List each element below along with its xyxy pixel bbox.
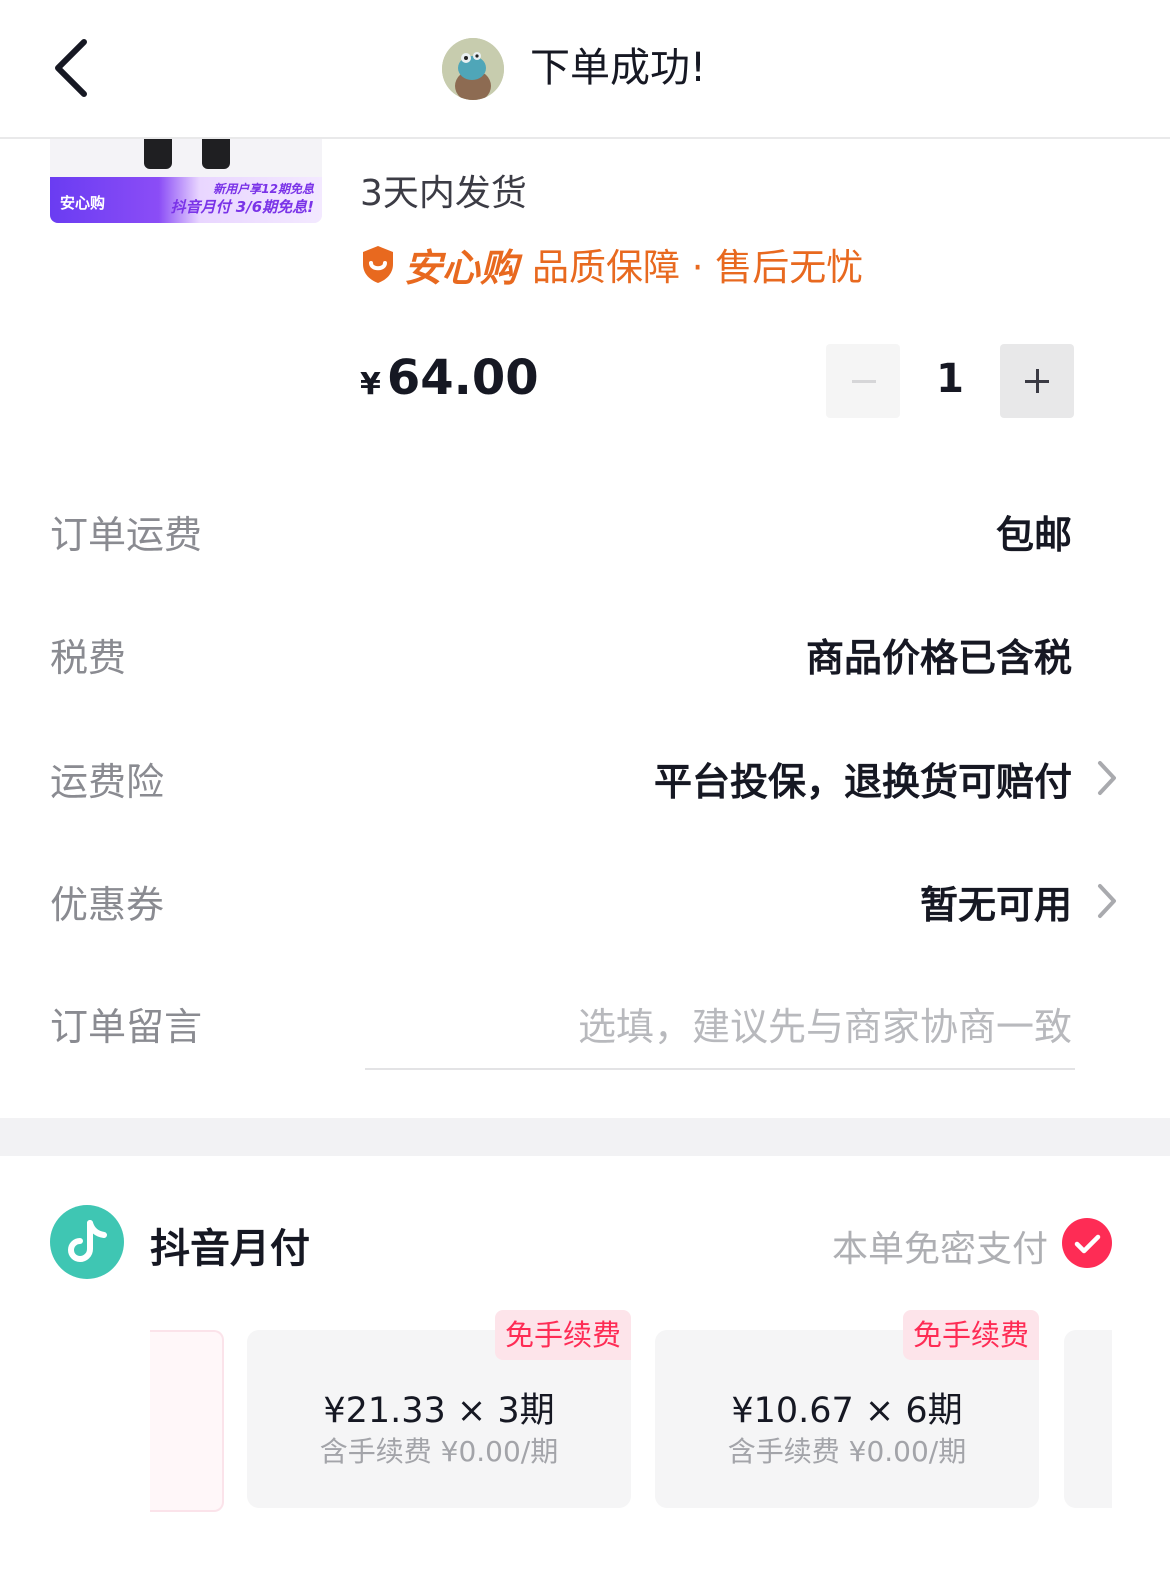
price-currency: ¥ [360,367,381,402]
installment-option-6[interactable]: 免手续费 ¥10.67 × 6期 含手续费 ¥0.00/期 [655,1310,1039,1508]
note-underline [365,1068,1075,1070]
row-value: 包邮 [995,513,1072,557]
section-divider [0,1118,1170,1156]
installment-amount: ¥21.33 × 3期 [323,1391,555,1431]
installment-amount: ¥10.67 × 6期 [731,1391,963,1431]
row-tax: 税费 商品价格已含税 [0,613,1170,693]
row-shipping-insurance[interactable]: 运费险 平台投保，退换货可赔付 [0,737,1170,817]
guarantee-brand: 安心购 [404,245,519,290]
shipping-time: 3天内发货 [360,173,527,214]
payment-method-title: 抖音月付 [150,1226,310,1272]
douyin-logo-icon [50,1205,124,1279]
minus-icon [852,380,876,383]
thumb-promo-top: 新用户享12期免息 [213,182,314,196]
row-value: 平台投保，退换货可赔付 [653,760,1072,804]
avatar [442,38,504,100]
chevron-right-icon [1098,761,1116,795]
installment-option-partial[interactable] [150,1330,224,1512]
fee-free-tag: 免手续费 [902,1310,1039,1360]
row-label: 运费险 [50,760,165,804]
installment-plans: 免手续费 ¥21.33 × 3期 含手续费 ¥0.00/期 免手续费 ¥10.6… [0,1310,1170,1512]
row-label: 税费 [50,636,127,680]
back-icon[interactable] [44,36,104,100]
quantity-decrease-button[interactable] [826,344,900,418]
page-title: 下单成功! [530,45,707,91]
guarantee-badge[interactable]: 安心购 品质保障 · 售后无忧 [360,238,863,290]
installment-fee: 含手续费 ¥0.00/期 [319,1435,559,1468]
row-label: 订单运费 [50,513,203,557]
quantity-value: 1 [936,356,964,402]
product-image-part [202,137,230,169]
top-bar: 下单成功! [0,0,1170,139]
shield-icon [363,246,393,283]
price-amount: 64.00 [386,350,539,406]
product-thumbnail[interactable]: 安心购 新用户享12期免息 抖音月付 3/6期免息! [50,137,322,223]
password-free-label: 本单免密支付 [831,1229,1048,1270]
guarantee-text: 品质保障 · 售后无忧 [532,246,864,289]
product-price: ¥ 64.00 [360,350,539,406]
installment-option-3[interactable]: 免手续费 ¥21.33 × 3期 含手续费 ¥0.00/期 [247,1310,631,1508]
quantity-increase-button[interactable] [1000,344,1074,418]
thumb-promo-bottom: 抖音月付 3/6期免息! [170,198,314,216]
fee-free-tag: 免手续费 [494,1310,631,1360]
row-value: 商品价格已含税 [805,636,1072,680]
row-label: 优惠券 [50,883,165,927]
row-shipping-fee: 订单运费 包邮 [0,490,1170,570]
row-order-note: 订单留言 选填，建议先与商家协商一致 [0,982,1170,1062]
thumb-badge: 安心购 [60,194,106,212]
chevron-right-icon [1098,884,1116,918]
check-icon[interactable] [1062,1218,1112,1268]
installment-fee: 含手续费 ¥0.00/期 [727,1435,967,1468]
product-image-part [144,137,172,169]
order-note-input[interactable]: 选填，建议先与商家协商一致 [578,996,1072,1051]
row-value: 暂无可用 [919,883,1072,927]
installment-option-partial[interactable] [1064,1330,1112,1508]
row-label: 订单留言 [50,1005,203,1049]
row-coupon[interactable]: 优惠券 暂无可用 [0,860,1170,940]
